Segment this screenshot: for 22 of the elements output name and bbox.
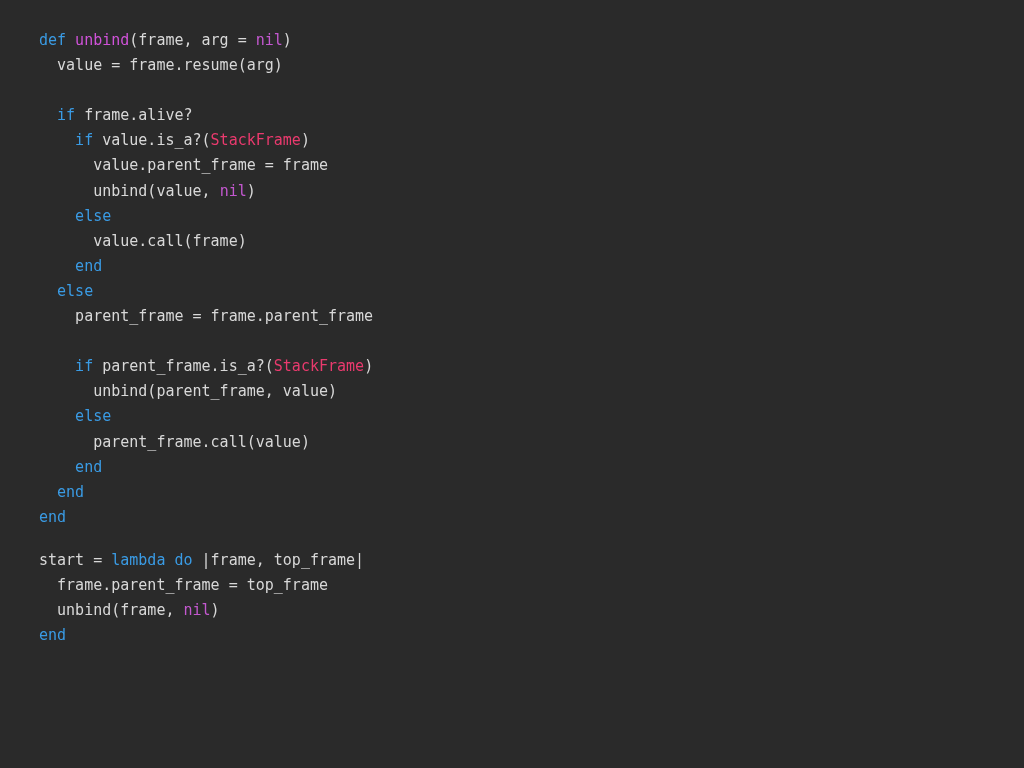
code-line: def unbind(frame, arg = nil) <box>39 31 292 49</box>
code-line: parent_frame.call(value) <box>92 432 310 451</box>
code-line: else <box>56 281 94 300</box>
code-line: frame.parent_frame = top_frame <box>56 575 328 594</box>
code-line: else <box>74 407 112 426</box>
code-line: end <box>74 457 103 476</box>
code-line: if parent_frame.is_a?(StackFrame) <box>74 357 374 376</box>
code-line: value.call(frame) <box>92 231 247 250</box>
code-line: unbind(value, nil) <box>92 181 256 200</box>
code-line: value = frame.resume(arg) <box>56 56 283 75</box>
code-line: unbind(frame, nil) <box>56 601 220 620</box>
code-line: value.parent_frame = frame <box>92 156 328 175</box>
code-line: if value.is_a?(StackFrame) <box>74 131 310 150</box>
code-line: end <box>74 256 103 275</box>
code-line: end <box>56 482 85 501</box>
code-line: end <box>39 626 67 645</box>
code-line: else <box>74 206 112 225</box>
code-line: parent_frame = frame.parent_frame <box>74 307 374 326</box>
code-line: start = lambda do |frame, top_frame| <box>39 550 365 569</box>
code-line: unbind(parent_frame, value) <box>92 382 337 401</box>
code-line: if frame.alive? <box>56 106 193 125</box>
code-line: end <box>39 507 67 526</box>
